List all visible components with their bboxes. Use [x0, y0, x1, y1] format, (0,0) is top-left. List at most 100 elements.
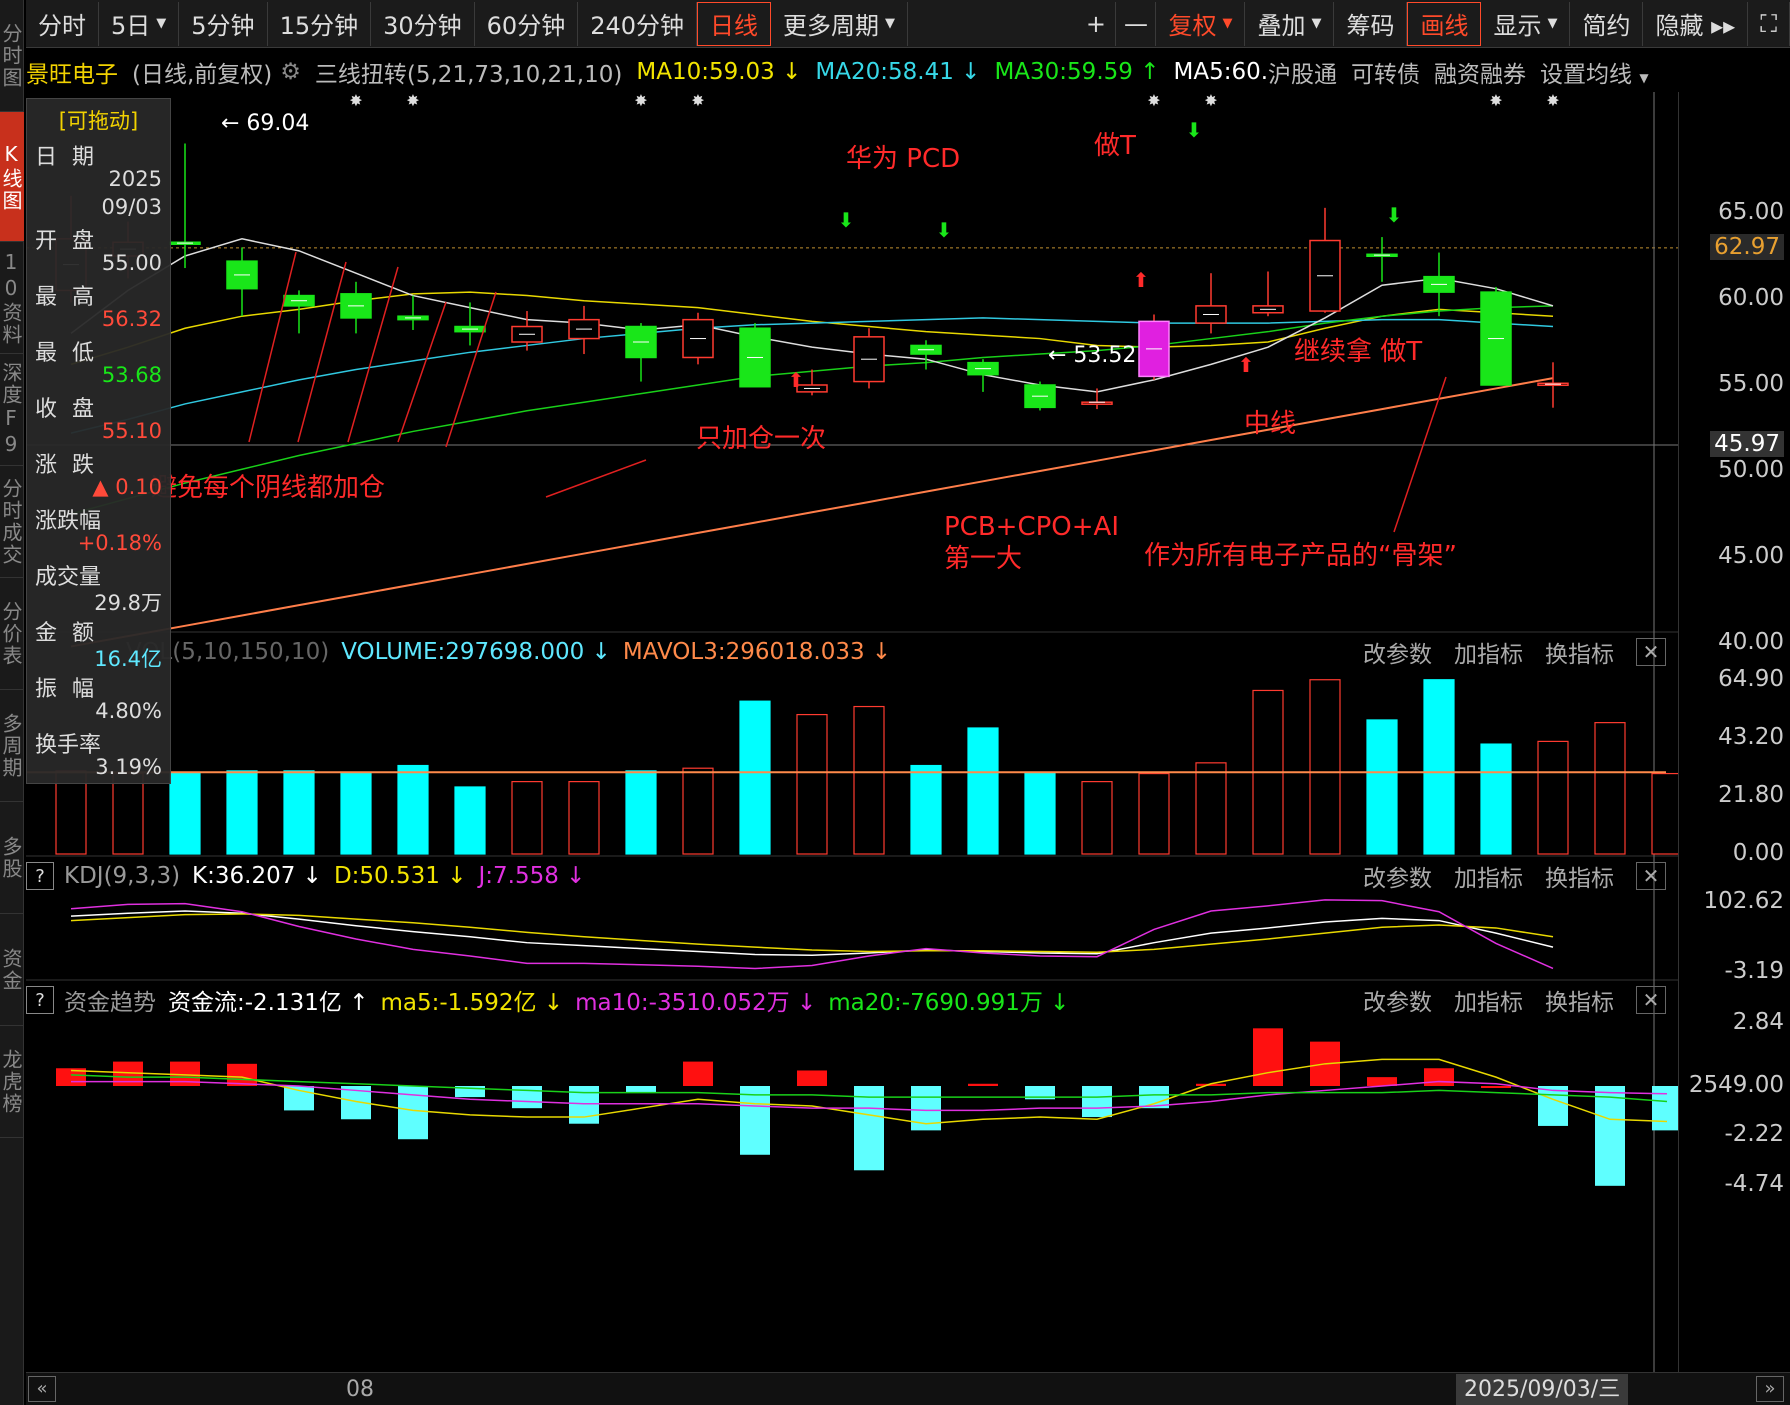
link-set-ma[interactable]: 设置均线 ▼: [1540, 55, 1663, 89]
link-kzz[interactable]: 可转债: [1351, 55, 1420, 89]
indicator-name[interactable]: 三线扭转(5,21,73,10,21,10): [315, 55, 622, 89]
candle: [1480, 286, 1512, 386]
left-nav-item[interactable]: 多股: [0, 802, 24, 914]
scroll-left-icon[interactable]: «: [28, 1376, 56, 1402]
vol-change-params-button[interactable]: 改参数: [1363, 635, 1432, 669]
money-close-icon[interactable]: ✕: [1636, 986, 1666, 1014]
toolbar-button[interactable]: 30分钟: [371, 1, 475, 46]
toolbar-button[interactable]: 筹码: [1334, 1, 1408, 46]
close-value: 55.10: [101, 419, 162, 443]
money-help-icon[interactable]: ?: [26, 986, 54, 1014]
kdj-name[interactable]: KDJ(9,3,3): [64, 863, 180, 889]
turnover-value: 3.19%: [95, 755, 162, 779]
left-nav-item[interactable]: 资金: [0, 914, 24, 1026]
kdj-help-icon[interactable]: ?: [26, 862, 54, 890]
settings-gear-icon[interactable]: ⚙: [280, 59, 301, 85]
toolbar-button[interactable]: 日线: [697, 1, 772, 46]
left-nav-item[interactable]: 分时成交: [0, 466, 24, 578]
left-nav-item[interactable]: 分价表: [0, 578, 24, 690]
toolbar-button[interactable]: 画线: [1407, 1, 1482, 46]
chart-info-line: 景旺电子 (日线,前复权) ⚙ 三线扭转(5,21,73,10,21,10) M…: [26, 52, 1677, 92]
toolbar-button[interactable]: 60分钟: [475, 1, 579, 46]
caret-down-icon: ▼: [1547, 16, 1558, 31]
toolbar-button[interactable]: 240分钟: [578, 1, 698, 46]
toolbar-button[interactable]: 叠加 ▼: [1245, 1, 1335, 46]
toolbar-button[interactable]: 简约: [1570, 1, 1644, 46]
candle: [1195, 273, 1227, 334]
link-rzrq[interactable]: 融资融券: [1434, 55, 1526, 89]
candle: [283, 290, 315, 334]
candle: [1537, 362, 1569, 408]
amount-label: 金 额: [35, 621, 98, 646]
buy-arrow-icon: ⬆: [1238, 353, 1255, 377]
buy-arrow-icon: ⬆: [1133, 268, 1150, 292]
buy-arrow-icon: ⬆: [788, 368, 805, 392]
annotation-midterm: 中线: [1244, 409, 1296, 439]
annotation-first: 第一大: [944, 544, 1022, 574]
money-bar: [626, 1086, 656, 1093]
left-nav-item[interactable]: 分时图: [0, 0, 24, 112]
kdj-add-indicator-button[interactable]: 加指标: [1454, 859, 1523, 893]
toolbar-button-label: 更多周期: [783, 12, 880, 40]
ma20-value: MA20:58.41 ↓: [815, 59, 981, 85]
money-bar: [740, 1086, 770, 1155]
toolbar-button[interactable]: 更多周期 ▼: [771, 1, 909, 46]
toolbar-button[interactable]: 分时: [26, 1, 99, 46]
cursor-price-tag: 45.97: [1710, 431, 1784, 457]
kdj-change-params-button[interactable]: 改参数: [1363, 859, 1432, 893]
candle: [169, 143, 201, 269]
money-flow-value: 资金流:-2.131亿 ↑: [168, 990, 369, 1016]
volume-bar: [1480, 743, 1512, 855]
left-nav: 分时图 K线图 10资料 深度F9 分时成交 分价表 多周期 多股 资金 龙虎榜: [0, 0, 24, 1405]
volume-bar: [625, 770, 657, 855]
open-value: 55.00: [101, 251, 162, 275]
marker-star-icon: ✸: [634, 92, 647, 110]
toolbar-button-label: 30分钟: [383, 12, 462, 40]
toolbar-button[interactable]: ⛶: [1748, 1, 1790, 46]
vol-add-indicator-button[interactable]: 加指标: [1454, 635, 1523, 669]
scroll-right-icon[interactable]: »: [1756, 1376, 1784, 1402]
left-nav-item[interactable]: 10资料: [0, 242, 24, 354]
left-nav-item[interactable]: 多周期: [0, 690, 24, 802]
annotation-arrow-line: [297, 261, 347, 443]
candle: [853, 328, 885, 389]
price-axis-label: 45.00: [1718, 543, 1784, 569]
money-name[interactable]: 资金趋势: [64, 983, 156, 1017]
volume-bar: [283, 770, 315, 855]
low-label: 最 低: [35, 341, 98, 366]
left-nav-item[interactable]: 深度F9: [0, 354, 24, 466]
toolbar-button[interactable]: 15分钟: [268, 1, 372, 46]
marker-star-icon: ✸: [349, 92, 362, 110]
annotation-zuot: 做T: [1094, 131, 1136, 161]
zoom-in-button[interactable]: +: [1076, 1, 1117, 46]
toolbar-button[interactable]: 显示 ▼: [1481, 1, 1571, 46]
volume-label: 成交量: [35, 565, 102, 590]
money-change-params-button[interactable]: 改参数: [1363, 983, 1432, 1017]
high-price-label: ← 69.04: [221, 111, 309, 136]
low-value: 53.68: [101, 363, 162, 387]
vol-close-icon[interactable]: ✕: [1636, 638, 1666, 666]
money-add-indicator-button[interactable]: 加指标: [1454, 983, 1523, 1017]
long-line: [70, 377, 1554, 648]
volume-bar: [1309, 679, 1341, 855]
toolbar-button[interactable]: 隐藏 ▸▸: [1643, 1, 1749, 46]
data-window[interactable]: [可拖动] 日 期 2025 09/03 开 盘 55.00 最 高 56.32…: [26, 98, 171, 784]
volume-bar: [910, 764, 942, 855]
kdj-close-icon[interactable]: ✕: [1636, 862, 1666, 890]
kdj-switch-indicator-button[interactable]: 换指标: [1545, 859, 1614, 893]
toolbar-button[interactable]: 5分钟: [179, 1, 268, 46]
toolbar-button-label: 筹码: [1346, 12, 1395, 40]
link-hgt[interactable]: 沪股通: [1268, 55, 1337, 89]
volume-axis-label: 64.90: [1718, 666, 1784, 692]
chart-canvas[interactable]: ✸ ✸ ✸ ✸ ✸ ✸ ✸ ✸ ← 69.04 ← 53.52 华为 PCD 做T 只加仓一次避免每个阴…: [26, 92, 1678, 1372]
left-nav-item[interactable]: K线图: [0, 112, 24, 242]
vol-switch-indicator-button[interactable]: 换指标: [1545, 635, 1614, 669]
left-nav-item[interactable]: 龙虎榜: [0, 1026, 24, 1138]
money-switch-indicator-button[interactable]: 换指标: [1545, 983, 1614, 1017]
drag-handle[interactable]: [可拖动]: [35, 105, 162, 135]
toolbar-button[interactable]: 复权 ▼: [1156, 1, 1246, 46]
toolbar-button[interactable]: 5日 ▼: [99, 1, 180, 46]
stock-name[interactable]: 景旺电子: [26, 55, 118, 89]
zoom-out-button[interactable]: —: [1116, 1, 1157, 46]
money-ma5-value: ma5:-1.592亿 ↓: [380, 990, 564, 1016]
